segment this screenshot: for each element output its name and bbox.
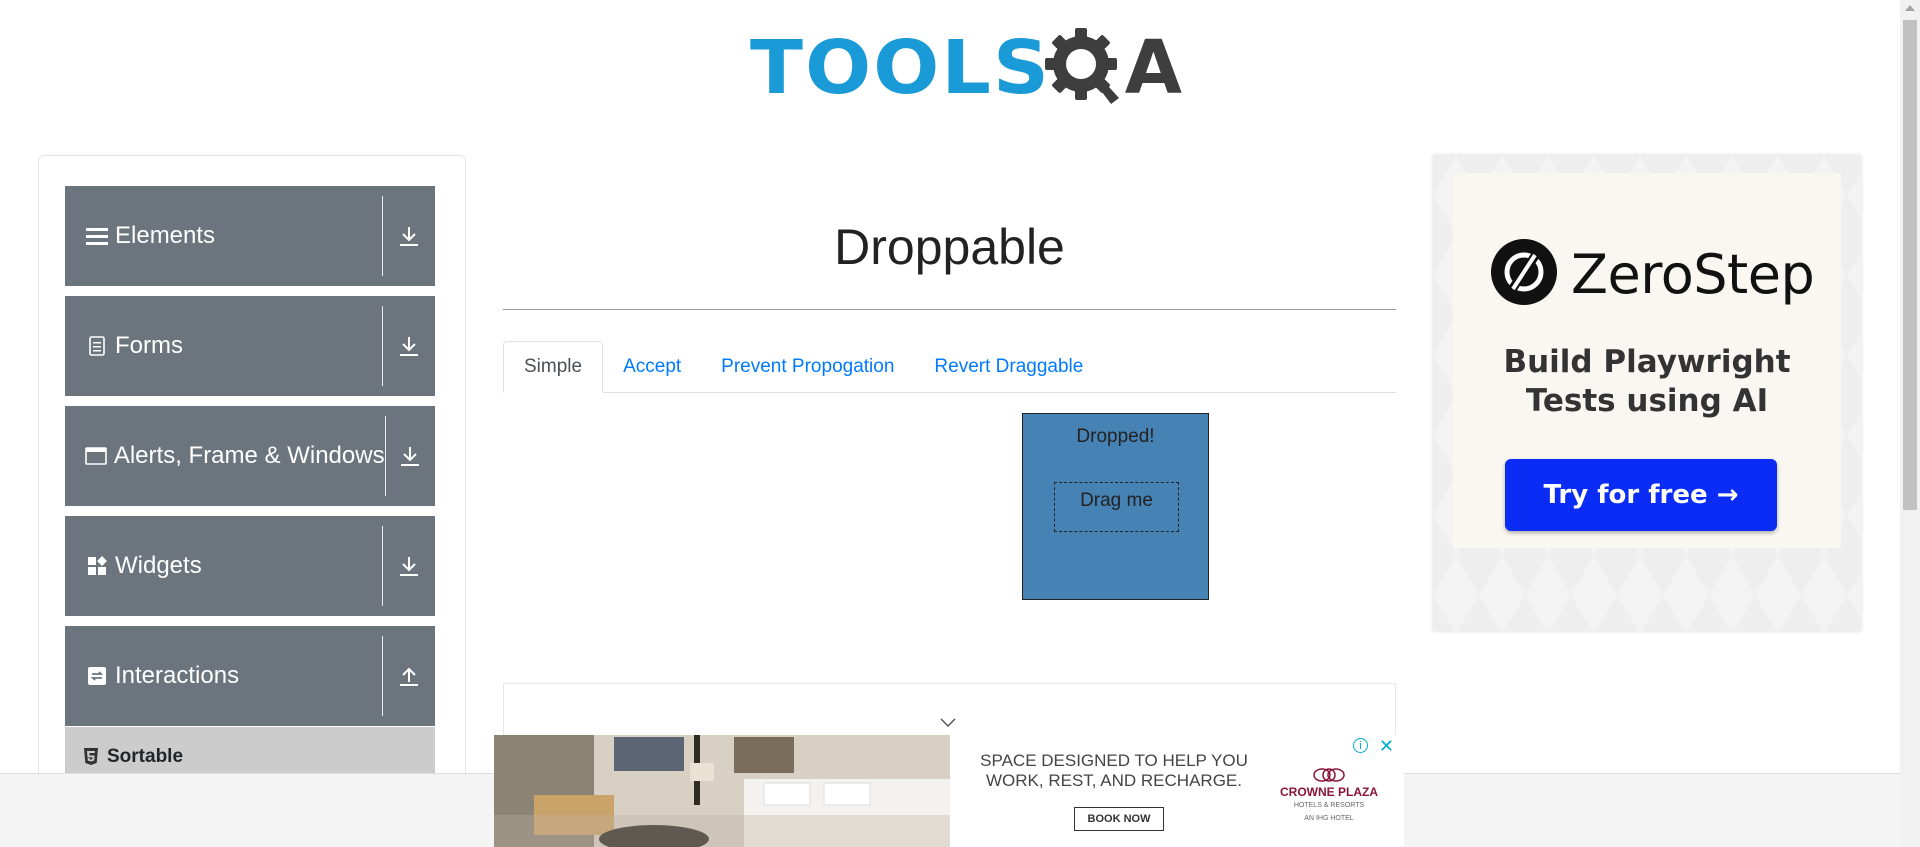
- ad-tagline-line1: SPACE DESIGNED TO HELP YOU: [980, 751, 1248, 770]
- ad-card: ZeroStep Build Playwright Tests using AI…: [1453, 173, 1841, 548]
- hamburger-icon: [85, 224, 109, 248]
- crowne-plaza-logo: CROWNE PLAZA HOTELS & RESORTS AN IHG HOT…: [1274, 767, 1384, 825]
- tab-simple[interactable]: Simple: [503, 341, 604, 393]
- gear-q-icon: [1041, 24, 1129, 112]
- divider: [382, 306, 383, 386]
- toolsqa-logo[interactable]: TOOLS A: [750, 18, 1182, 118]
- try-for-free-button[interactable]: Try for free →: [1505, 459, 1777, 531]
- draggable-item[interactable]: Drag me: [1054, 482, 1179, 532]
- ad-headline-line1: Build Playwright: [1503, 344, 1791, 380]
- left-sidebar: Elements Forms Alerts, Frame & Windows W…: [38, 155, 466, 795]
- ad-brand-sub: HOTELS & RESORTS: [1293, 802, 1365, 809]
- interactions-icon: [85, 664, 109, 688]
- tab-bar: Simple Accept Prevent Propogation Revert…: [503, 341, 1396, 393]
- logo-text-tools: TOOLS: [750, 25, 1052, 111]
- zerostep-logo-icon: [1491, 239, 1557, 310]
- logo-text-a: A: [1124, 25, 1183, 111]
- page-title: Droppable: [834, 219, 1065, 275]
- bottom-banner-ad[interactable]: SPACE DESIGNED TO HELP YOU WORK, REST, A…: [494, 735, 1404, 847]
- document-icon: [85, 334, 109, 358]
- sidebar-group-widgets[interactable]: Widgets: [65, 516, 435, 616]
- divider: [382, 636, 383, 716]
- sidebar-group-forms[interactable]: Forms: [65, 296, 435, 396]
- sidebar-group-elements[interactable]: Elements: [65, 186, 435, 286]
- ad-brand-name: CROWNE PLAZA: [1280, 785, 1378, 799]
- html5-icon: [83, 748, 99, 766]
- ad-tagline-line2: WORK, REST, AND RECHARGE.: [986, 771, 1242, 790]
- zerostep-brand: ZeroStep: [1491, 239, 1815, 310]
- scrollbar-thumb[interactable]: [1903, 20, 1917, 510]
- sidebar-group-interactions[interactable]: Interactions: [65, 626, 435, 726]
- info-icon[interactable]: i: [1353, 738, 1368, 753]
- download-arrow-icon[interactable]: [383, 516, 435, 616]
- zerostep-name: ZeroStep: [1571, 243, 1815, 306]
- sidebar-item-label: Sortable: [107, 746, 184, 767]
- chevron-down-icon[interactable]: [938, 716, 958, 730]
- tab-revert-draggable[interactable]: Revert Draggable: [914, 341, 1103, 393]
- divider: [382, 196, 383, 276]
- ad-headline-line2: Tests using AI: [1525, 383, 1769, 419]
- sidebar-group-alerts[interactable]: Alerts, Frame & Windows: [65, 406, 435, 506]
- title-divider: [503, 309, 1396, 310]
- ad-brand-sub2: AN IHG HOTEL: [1304, 815, 1354, 822]
- tab-accept[interactable]: Accept: [603, 341, 701, 393]
- vertical-scrollbar[interactable]: [1900, 0, 1920, 847]
- ad-headline: Build Playwright Tests using AI: [1453, 343, 1841, 421]
- download-arrow-icon[interactable]: [386, 406, 435, 506]
- scroll-up-arrow-icon[interactable]: [1905, 5, 1915, 11]
- download-arrow-icon[interactable]: [383, 296, 435, 396]
- header: TOOLS A: [0, 0, 1900, 140]
- droppable-status: Dropped!: [1076, 426, 1155, 447]
- sidebar-group-label: Alerts, Frame & Windows: [113, 442, 385, 469]
- book-now-button[interactable]: BOOK NOW: [1074, 807, 1164, 831]
- tab-prevent-propogation[interactable]: Prevent Propogation: [701, 341, 914, 393]
- download-arrow-icon[interactable]: [383, 186, 435, 286]
- sidebar-group-label: Widgets: [115, 552, 202, 579]
- widgets-icon: [85, 554, 109, 578]
- divider: [382, 526, 383, 606]
- sidebar-group-label: Elements: [115, 222, 216, 249]
- hotel-room-photo: [494, 735, 950, 847]
- crown-icon: [1313, 768, 1345, 782]
- close-icon[interactable]: ✕: [1379, 736, 1394, 757]
- sidebar-group-label: Interactions: [115, 662, 240, 689]
- zerostep-ad[interactable]: ZeroStep Build Playwright Tests using AI…: [1433, 155, 1861, 631]
- divider: [384, 416, 386, 496]
- ad-tagline: SPACE DESIGNED TO HELP YOU WORK, REST, A…: [964, 751, 1264, 791]
- window-icon: [85, 444, 108, 468]
- sidebar-group-label: Forms: [115, 332, 183, 359]
- upload-arrow-icon[interactable]: [383, 626, 435, 726]
